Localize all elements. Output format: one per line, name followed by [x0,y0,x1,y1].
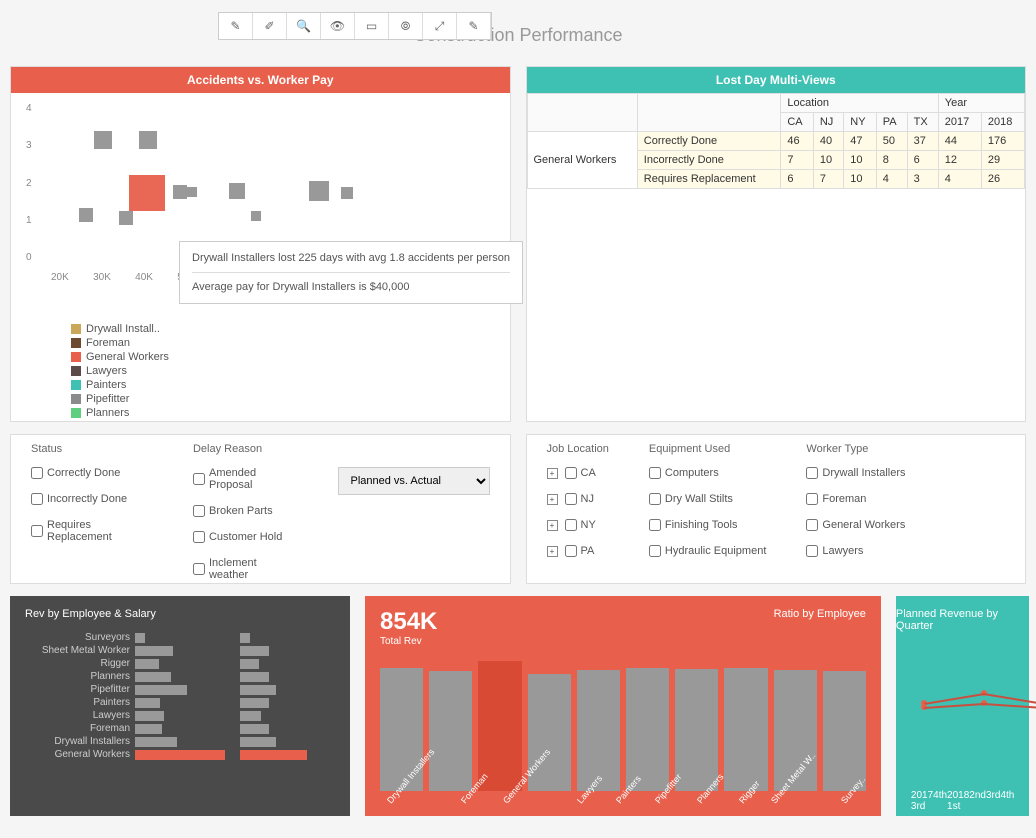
rev-title: Rev by Employee & Salary [25,608,335,620]
pencil-icon[interactable]: ✎ [219,13,253,39]
checkbox-amended-proposal[interactable]: Amended Proposal [193,467,298,491]
checkbox-customer-hold[interactable]: Customer Hold [193,531,298,543]
lost-day-title: Lost Day Multi-Views [527,67,1026,93]
y-axis: 01234 [26,103,32,263]
checkbox-incorrectly-done[interactable]: Incorrectly Done [31,493,153,505]
scatter-title: Accidents vs. Worker Pay [11,67,510,93]
expand-ny[interactable]: +NY [547,519,609,531]
table-row[interactable]: General Workers Correctly Done 464047503… [527,132,1025,151]
checkbox-lawyers[interactable]: Lawyers [806,545,905,557]
line-chart[interactable] [911,638,1014,778]
scatter-point[interactable] [341,187,353,199]
edit-icon[interactable]: ✎ [457,13,491,39]
scatter-point[interactable] [173,185,187,199]
expand-ca[interactable]: +CA [547,467,609,479]
rev-employee-panel: Rev by Employee & Salary SurveyorsSheet … [10,596,350,816]
scatter-point[interactable] [94,131,112,149]
scatter-legend: Drywall Install.. Foreman General Worker… [71,323,169,421]
expand-pa[interactable]: +PA [547,545,609,557]
page-title: Construction Performance [10,10,1026,66]
scatter-point[interactable] [79,208,93,222]
scatter-point[interactable] [119,211,133,225]
scatter-point[interactable] [309,181,329,201]
scatter-panel: Accidents vs. Worker Pay ✎ ✐ 🔍 👁 ▭ ⦾ ⤢ ✎… [10,66,511,422]
lost-day-panel: Lost Day Multi-Views Location Year CA NJ… [526,66,1027,422]
filters-left: Status Correctly Done Incorrectly Done R… [10,434,511,584]
magic-pencil-icon[interactable]: ✐ [253,13,287,39]
select-box-icon[interactable]: ▭ [355,13,389,39]
checkbox-finishing-tools[interactable]: Finishing Tools [649,519,767,531]
ratio-panel: 854K Total Rev Ratio by Employee Drywall… [365,596,881,816]
planned-title: Planned Revenue by Quarter [896,608,1014,632]
ratio-title: Ratio by Employee [774,608,866,620]
checkbox-inclement-weather[interactable]: Inclement weather [193,557,298,581]
checkbox-drywall-installers[interactable]: Drywall Installers [806,467,905,479]
scatter-point[interactable] [233,187,243,197]
checkbox-computers[interactable]: Computers [649,467,767,479]
checkbox-requires-replacement[interactable]: Requires Replacement [31,519,153,543]
checkbox-general-workers[interactable]: General Workers [806,519,905,531]
total-rev-label: Total Rev [380,636,866,647]
planned-vs-actual-select[interactable]: Planned vs. Actual [338,467,490,495]
lost-day-table: Location Year CA NJ NY PA TX 2017 2018 G… [527,93,1026,189]
expand-icon[interactable]: ⤢ [423,13,457,39]
checkbox-correctly-done[interactable]: Correctly Done [31,467,153,479]
scatter-point[interactable] [251,211,261,221]
eye-off-icon[interactable]: 👁 [321,13,355,39]
expand-nj[interactable]: +NJ [547,493,609,505]
scatter-point[interactable] [139,131,157,149]
zoom-icon[interactable]: 🔍 [287,13,321,39]
filters-right: Job Location +CA +NJ +NY +PA Equipment U… [526,434,1027,584]
scatter-tooltip: Drywall Installers lost 225 days with av… [179,241,523,304]
checkbox-foreman[interactable]: Foreman [806,493,905,505]
chart-toolbar: ✎ ✐ 🔍 👁 ▭ ⦾ ⤢ ✎ [218,12,492,40]
scatter-point-highlight[interactable] [129,175,165,211]
checkbox-hydraulic[interactable]: Hydraulic Equipment [649,545,767,557]
lasso-icon[interactable]: ⦾ [389,13,423,39]
checkbox-broken-parts[interactable]: Broken Parts [193,505,298,517]
planned-revenue-panel: Planned Revenue by Quarter 2017 3rd4th20… [896,596,1029,816]
scatter-point[interactable] [187,187,197,197]
checkbox-drywall-stilts[interactable]: Dry Wall Stilts [649,493,767,505]
